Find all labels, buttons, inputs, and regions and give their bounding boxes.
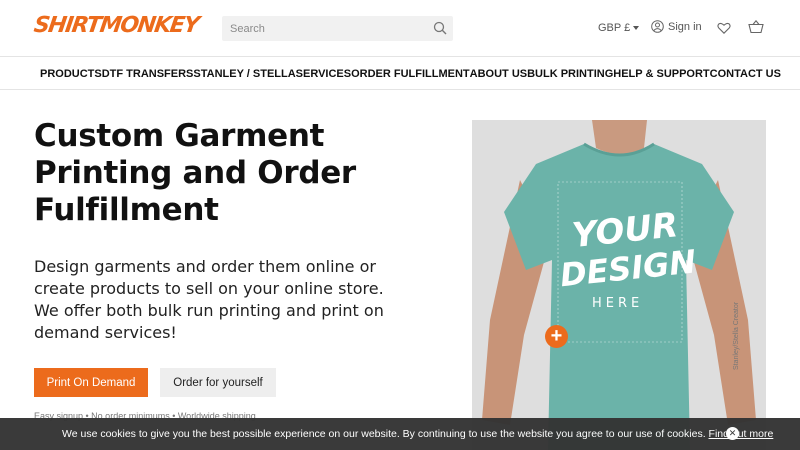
cookie-banner: We use cookies to give you the best poss… — [0, 418, 800, 450]
hero-title-line: Fulfillment — [34, 192, 219, 228]
search-icon[interactable] — [433, 21, 447, 35]
nav-item-about-us[interactable]: ABOUT US — [470, 68, 527, 80]
design-text: HERE — [592, 296, 643, 311]
nav-item-products[interactable]: PRODUCTS — [40, 68, 102, 80]
hero-subtitle: Design garments and order them online or… — [34, 257, 384, 342]
tshirt-illustration: YOUR DESIGN HERE — [472, 120, 766, 450]
user-icon — [651, 20, 664, 33]
product-image: YOUR DESIGN HERE + — [472, 120, 766, 450]
cookie-text: We use cookies to give you the best poss… — [62, 428, 706, 440]
add-design-button[interactable]: + — [545, 325, 568, 348]
chevron-down-icon — [633, 26, 640, 31]
nav-item-order-fulfillment[interactable]: ORDER FULFILLMENT — [351, 68, 470, 80]
top-header: SHIRTMONKEY GBP £ Sign in — [0, 0, 800, 57]
hero-title-line: Printing and Order — [34, 155, 356, 191]
nav-item-contact-us[interactable]: CONTACT US — [710, 68, 781, 80]
hero-title-line: Custom Garment — [34, 118, 325, 154]
nav-item-services[interactable]: SERVICES — [296, 68, 351, 80]
order-for-yourself-button[interactable]: Order for yourself — [160, 368, 276, 397]
close-icon[interactable]: ✕ — [726, 427, 739, 440]
nav-item-dtf-transfers[interactable]: DTF TRANSFERS — [102, 68, 194, 80]
search-bar[interactable] — [222, 16, 453, 41]
image-credit: Stanley/Stella Creator — [733, 301, 740, 370]
nav-item-stanley-stella[interactable]: STANLEY / STELLA — [193, 68, 295, 80]
logo[interactable]: SHIRTMONKEY — [32, 13, 199, 38]
heart-icon[interactable] — [717, 21, 731, 35]
find-out-more-link[interactable]: Find out more — [709, 428, 774, 440]
currency-label: GBP £ — [598, 22, 631, 34]
search-input[interactable] — [222, 16, 422, 41]
currency-selector[interactable]: GBP £ — [598, 22, 640, 34]
basket-icon[interactable] — [748, 20, 764, 34]
cookie-message: We use cookies to give you the best poss… — [62, 428, 773, 440]
nav-item-bulk-printing[interactable]: BULK PRINTING — [527, 68, 613, 80]
print-on-demand-button[interactable]: Print On Demand — [34, 368, 148, 397]
nav-item-help-support[interactable]: HELP & SUPPORT — [613, 68, 709, 80]
sign-in-label: Sign in — [668, 20, 702, 33]
hero-title: Custom Garment Printing and Order Fulfil… — [34, 118, 434, 229]
sign-in-link[interactable]: Sign in — [651, 20, 702, 33]
main-nav: PRODUCTS DTF TRANSFERS STANLEY / STELLA … — [0, 57, 800, 90]
